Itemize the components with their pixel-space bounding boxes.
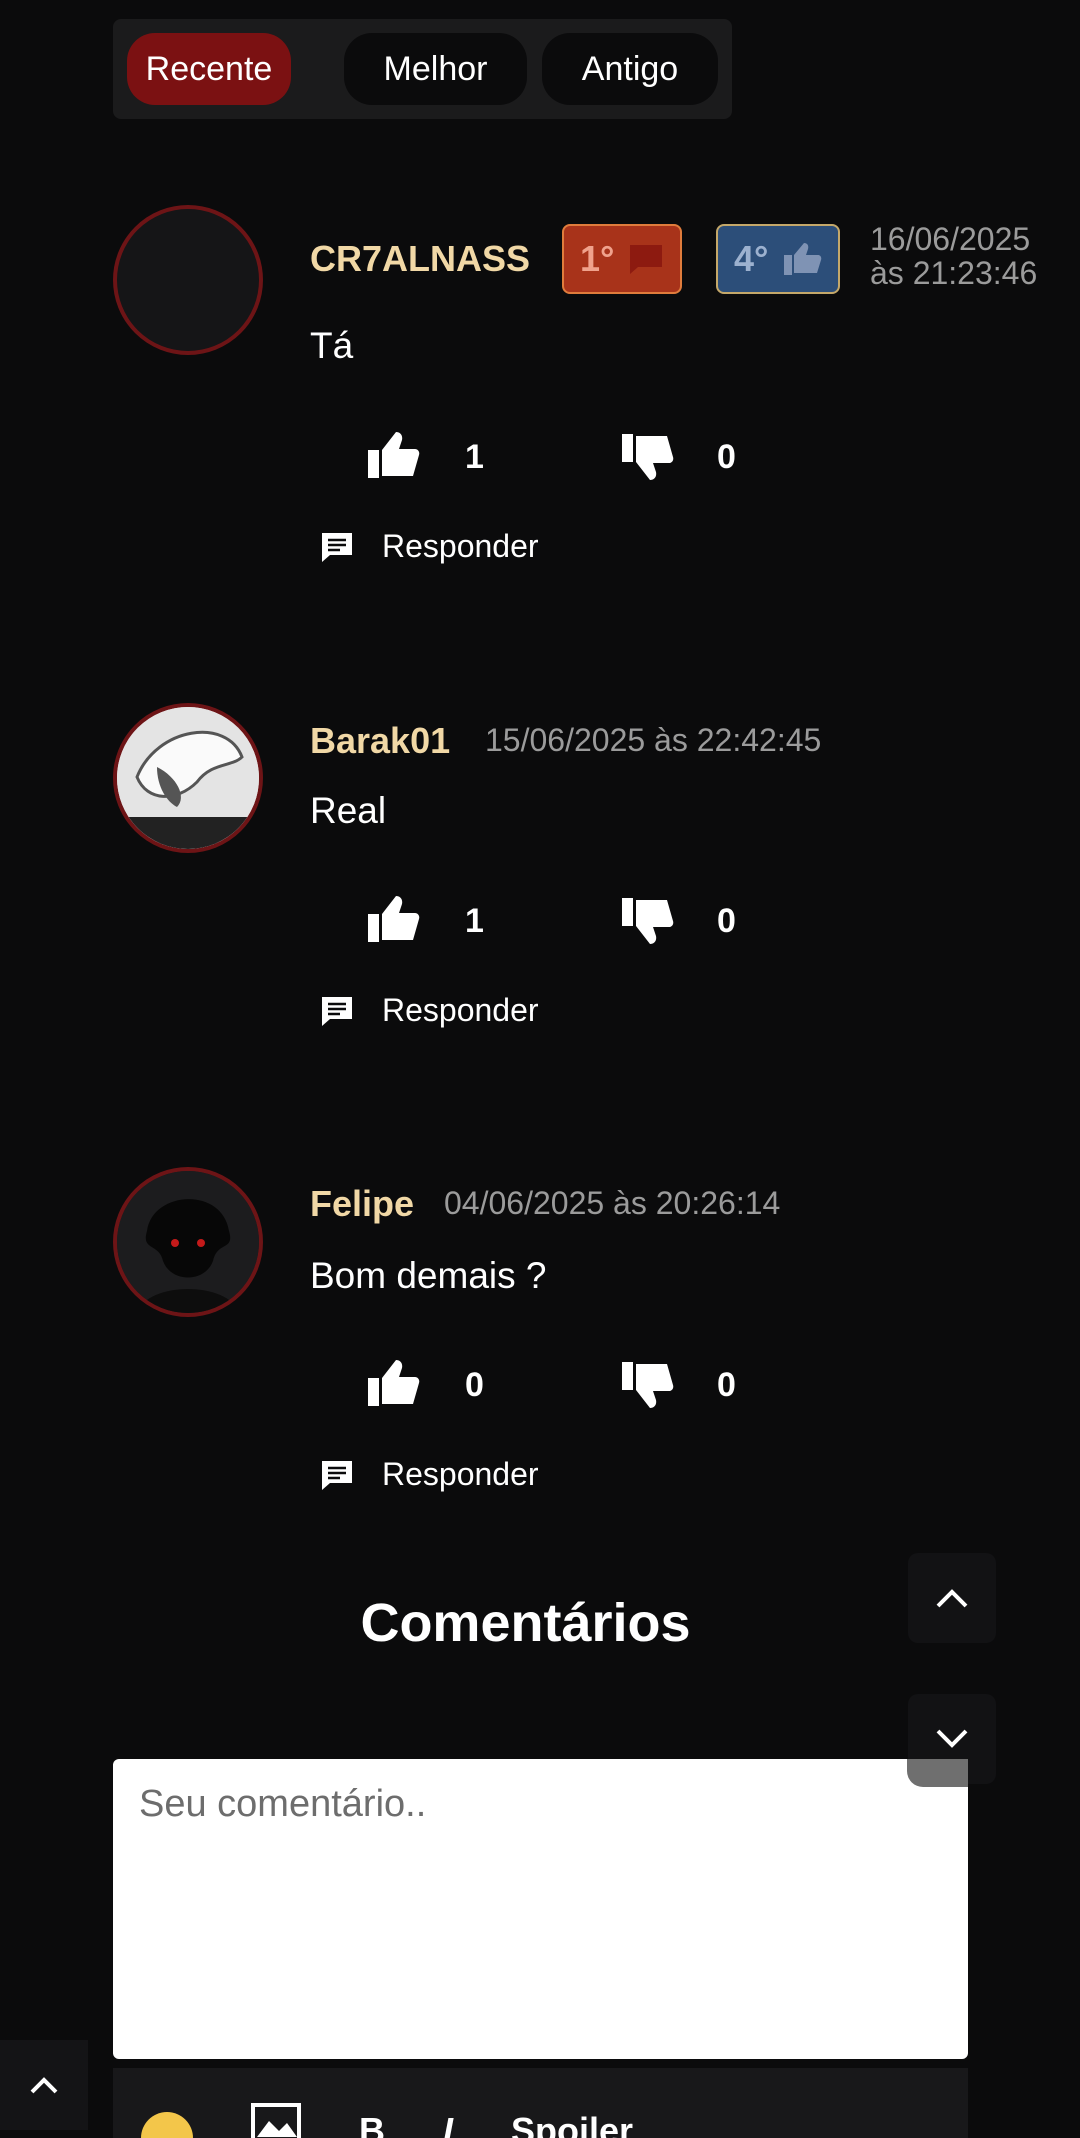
reply-button[interactable]: Responder [320,1456,539,1493]
dislike-count: 0 [717,902,736,940]
dislike-button[interactable] [620,1360,674,1417]
comment-username[interactable]: CR7ALNASS [310,238,530,280]
dislike-button[interactable] [620,432,674,489]
chevron-up-icon [936,1589,968,1608]
reply-button[interactable]: Responder [320,992,539,1029]
sort-oldest-button[interactable]: Antigo [542,33,718,105]
rank-badge-label: 4° [734,238,769,279]
reply-icon [322,532,352,562]
reply-label: Responder [382,992,539,1028]
thumbs-down-icon [622,434,674,480]
scroll-up-button[interactable] [908,1553,996,1643]
comment-username[interactable]: Barak01 [310,720,450,762]
like-count: 1 [465,438,484,476]
like-count: 1 [465,902,484,940]
comment-timestamp: 15/06/2025 às 22:42:45 [485,722,822,758]
sort-best-button[interactable]: Melhor [344,33,527,105]
comments-section-title: Comentários [360,1593,691,1653]
thumbs-up-icon [368,896,420,942]
like-count: 0 [465,1366,484,1404]
back-to-top-button[interactable] [0,2040,88,2130]
rank-badge-likes: 4° [716,224,841,294]
thumbs-down-icon [622,1362,674,1408]
reply-icon [322,1460,352,1490]
comment-input[interactable]: Seu comentário.. [113,1759,968,2059]
thumbs-up-icon [368,1360,420,1406]
thumbs-down-icon [622,898,674,944]
dislike-count: 0 [717,1366,736,1404]
avatar[interactable] [113,1167,263,1317]
avatar[interactable] [113,703,263,853]
chat-icon [630,245,663,274]
comment-timestamp: 04/06/2025 às 20:26:14 [444,1185,781,1221]
reply-icon [322,996,352,1026]
comment-text: Bom demais ? [310,1255,547,1296]
reply-label: Responder [382,1456,539,1492]
chevron-down-icon [936,1729,968,1748]
sort-tabs: Recente Melhor Antigo [113,19,732,119]
comment-timestamp: 16/06/2025 às 21:23:46 [870,221,1038,291]
sort-recent-button[interactable]: Recente [127,33,291,105]
like-button[interactable] [366,1356,420,1413]
comment-username[interactable]: Felipe [310,1183,414,1225]
spoiler-button[interactable]: Spoiler [511,2110,633,2138]
reply-button[interactable]: Responder [320,528,539,565]
comment-text: Real [310,790,387,831]
chevron-up-icon [30,2077,58,2094]
dislike-count: 0 [717,438,736,476]
avatar-image [117,707,259,849]
like-button[interactable] [366,892,420,949]
scroll-down-button-shadow [907,1759,968,1787]
thumbs-up-icon [784,243,822,275]
image-upload-button[interactable] [251,2103,301,2138]
avatar-image [117,1171,259,1313]
like-button[interactable] [366,428,420,485]
italic-button[interactable]: I [443,2110,453,2138]
emoji-button[interactable] [141,2112,193,2138]
dislike-button[interactable] [620,896,674,953]
comment-text: Tá [310,325,354,366]
bold-button[interactable]: B [359,2110,385,2138]
comment-toolbar: B I Spoiler [113,2068,968,2138]
rank-badge-comments: 1° [562,224,683,294]
avatar[interactable] [113,205,263,355]
thumbs-up-icon [368,432,420,478]
reply-label: Responder [382,528,539,564]
image-icon [251,2103,301,2138]
rank-badge-label: 1° [580,238,615,279]
